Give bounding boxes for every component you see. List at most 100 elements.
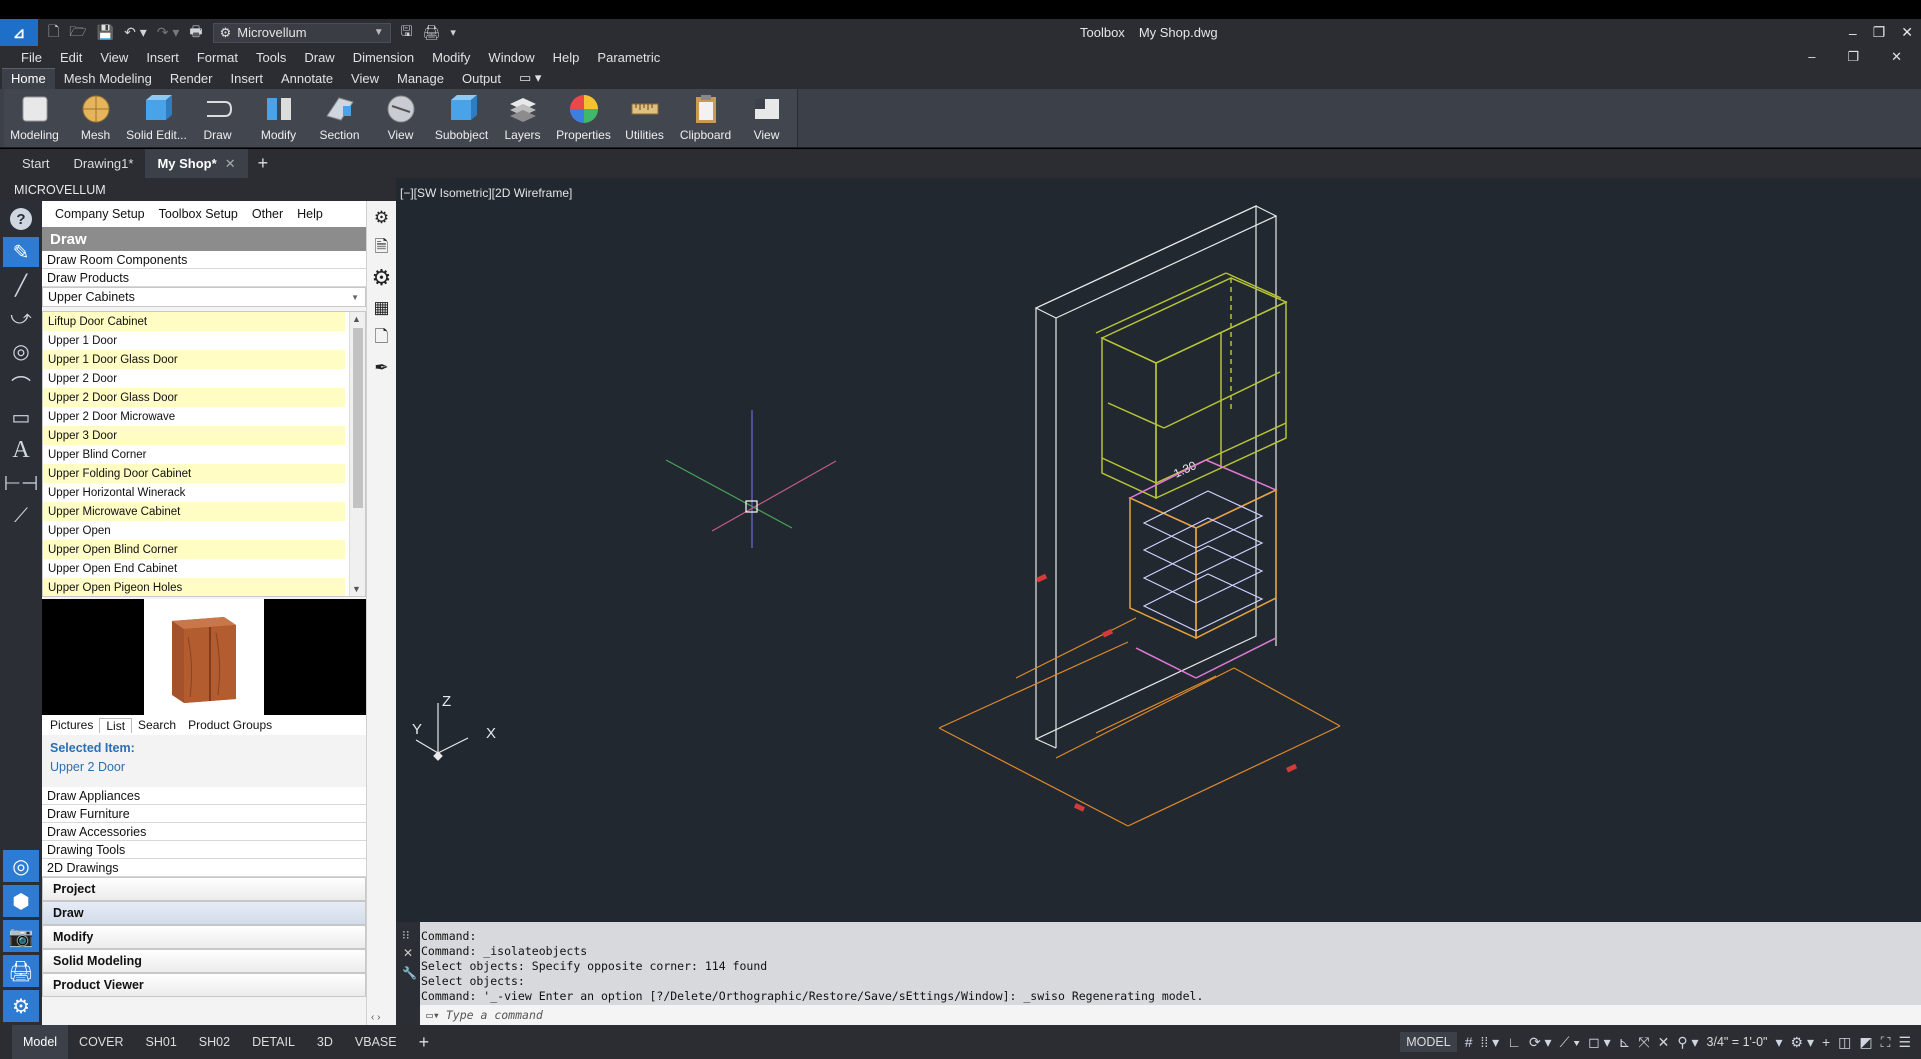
camera-icon[interactable]: 📷 <box>3 920 39 952</box>
settings-cog-icon[interactable]: ⚙ <box>370 265 394 291</box>
save-icon[interactable]: 💾 <box>97 24 114 41</box>
list-item[interactable]: Upper Open Blind Corner <box>43 540 345 559</box>
plus-icon[interactable]: + <box>1822 1034 1830 1050</box>
list-item[interactable]: Upper Folding Door Cabinet <box>43 464 345 483</box>
view-button[interactable]: View <box>370 89 431 147</box>
layout-tab-vbase[interactable]: VBASE <box>344 1025 408 1059</box>
draw-products-link[interactable]: Draw Products <box>42 269 366 287</box>
cube-icon[interactable]: ⬢ <box>3 885 39 917</box>
draw-accessories-link[interactable]: Draw Accessories <box>42 823 366 841</box>
polar-icon[interactable]: ⟳ ▾ <box>1529 1034 1552 1051</box>
close-icon[interactable]: ✕ <box>1901 24 1913 41</box>
annotation-visibility-icon[interactable]: ⤧ <box>1638 1034 1649 1051</box>
draw-pencil-icon[interactable]: ✎ <box>3 237 39 267</box>
clipboard-button[interactable]: Clipboard <box>675 89 736 147</box>
aligned-dimension-icon[interactable]: ⟋ <box>3 501 39 531</box>
command-input[interactable]: ▭▾ Type a command <box>420 1005 1921 1025</box>
tab-product-groups[interactable]: Product Groups <box>182 718 278 732</box>
list-item[interactable]: Upper Microwave Cabinet <box>43 502 345 521</box>
new-file-icon[interactable]: 🗋 <box>48 21 59 45</box>
menu-edit[interactable]: Edit <box>51 50 91 65</box>
dimension-icon[interactable]: ⊢⊣ <box>3 468 39 498</box>
list-item[interactable]: Upper 2 Door Glass Door <box>43 388 345 407</box>
annotation-scale-value[interactable]: 3/4" = 1'-0" <box>1707 1035 1768 1049</box>
drawing-viewport[interactable]: 1.30 Y Z X [−][SW Isometric][2D Wirefram… <box>396 178 1921 922</box>
properties-button[interactable]: Properties <box>553 89 614 147</box>
layers-button[interactable]: Layers <box>492 89 553 147</box>
help-circle-icon[interactable]: ? <box>3 204 39 234</box>
tab-search[interactable]: Search <box>132 718 182 732</box>
app-logo-icon[interactable]: ⊿ <box>0 19 38 46</box>
text-icon[interactable]: A <box>3 435 39 465</box>
doc-restore-icon[interactable]: ❐ <box>1838 49 1868 65</box>
chevron-down-icon[interactable]: ▾ <box>1775 1034 1782 1051</box>
section-solid-modeling-button[interactable]: Solid Modeling <box>42 949 366 973</box>
restore-icon[interactable]: ❐ <box>1873 24 1886 41</box>
spreadsheet-icon[interactable]: ▦ <box>370 295 394 321</box>
ribbon-tab-output[interactable]: Output <box>453 69 510 89</box>
layout-tab-model[interactable]: Model <box>12 1025 69 1059</box>
doc-tab-drawing1[interactable]: Drawing1* <box>61 149 145 178</box>
list-scrollbar[interactable]: ▲ ▼ <box>349 312 365 596</box>
grid-icon[interactable]: # <box>1465 1034 1473 1050</box>
viewport-controls-label[interactable]: [−][SW Isometric][2D Wireframe] <box>400 186 572 200</box>
2d-drawings-link[interactable]: 2D Drawings <box>42 859 366 877</box>
section-product-viewer-button[interactable]: Product Viewer <box>42 973 366 997</box>
add-layout-icon[interactable]: + <box>408 1025 441 1059</box>
gear-icon[interactable]: ⚙ <box>370 205 394 231</box>
isolate-objects-icon[interactable]: ◫ <box>1838 1034 1851 1051</box>
open-file-icon[interactable]: 🗁 <box>69 21 86 45</box>
doc-minimize-icon[interactable]: – <box>1799 49 1824 65</box>
snap-icon[interactable]: ⁞⁞ ▾ <box>1481 1034 1500 1051</box>
scroll-down-icon[interactable]: ▼ <box>352 584 361 594</box>
section-draw-button[interactable]: Draw <box>42 901 366 925</box>
doc-tab-my-shop[interactable]: My Shop* ✕ <box>145 149 248 178</box>
doc-close-icon[interactable]: ✕ <box>1882 49 1911 65</box>
solid-edit-button[interactable]: Solid Edit... <box>126 89 187 147</box>
section-project-button[interactable]: Project <box>42 877 366 901</box>
menu-help[interactable]: Help <box>544 50 589 65</box>
menu-dimension[interactable]: Dimension <box>344 50 423 65</box>
view-panel-button[interactable]: View <box>736 89 797 147</box>
tab-list[interactable]: List <box>99 717 133 733</box>
category-select[interactable]: Upper Cabinets ▼ <box>42 287 366 307</box>
page-icon[interactable]: 🗋 <box>370 325 394 351</box>
minimize-icon[interactable]: – <box>1849 25 1857 41</box>
collapse-arrows-icon[interactable]: ‹ › <box>371 1012 380 1023</box>
settings-gear-icon[interactable]: ⚙ <box>3 990 39 1022</box>
utilities-button[interactable]: Utilities <box>614 89 675 147</box>
layout-tab-sh01[interactable]: SH01 <box>135 1025 188 1059</box>
list-item[interactable]: Upper 1 Door Glass Door <box>43 350 345 369</box>
command-prompt-icon[interactable]: ▭▾ <box>426 1008 440 1022</box>
draw-appliances-link[interactable]: Draw Appliances <box>42 787 366 805</box>
layout-tab-3d[interactable]: 3D <box>306 1025 344 1059</box>
wrench-icon[interactable]: 🔧 <box>396 960 420 980</box>
menu-parametric[interactable]: Parametric <box>588 50 669 65</box>
rectangle-icon[interactable]: ▭ <box>3 402 39 432</box>
line-icon[interactable]: ╱ <box>3 270 39 300</box>
ribbon-tab-insert[interactable]: Insert <box>221 69 272 89</box>
modeling-button[interactable]: Modeling <box>4 89 65 147</box>
drawing-tools-link[interactable]: Drawing Tools <box>42 841 366 859</box>
list-item[interactable]: Upper 2 Door Microwave <box>43 407 345 426</box>
ribbon-tab-view[interactable]: View <box>342 69 388 89</box>
clean-screen-icon[interactable]: ⛶ <box>1881 1034 1891 1051</box>
layout-tab-sh02[interactable]: SH02 <box>188 1025 241 1059</box>
menu-window[interactable]: Window <box>479 50 543 65</box>
scroll-thumb[interactable] <box>353 328 363 508</box>
polyline-tool-icon[interactable]: ⤻ <box>3 303 39 333</box>
model-view[interactable]: 1.30 Y Z X <box>396 178 1921 922</box>
menu-company-setup[interactable]: Company Setup <box>48 207 152 221</box>
auto-scale-icon[interactable]: ✕ <box>1658 1034 1670 1051</box>
menu-file[interactable]: File <box>12 50 51 65</box>
tab-pictures[interactable]: Pictures <box>44 718 99 732</box>
scroll-up-icon[interactable]: ▲ <box>352 314 361 324</box>
ribbon-tab-home[interactable]: Home <box>2 68 55 89</box>
document-icon[interactable]: 🗎 <box>370 235 394 261</box>
workspace-select[interactable]: ⚙ Microvellum ▼ <box>212 22 391 43</box>
redo-icon[interactable]: ↷ ▾ <box>157 24 180 41</box>
marker-icon[interactable]: ✒ <box>370 355 394 381</box>
draw-furniture-link[interactable]: Draw Furniture <box>42 805 366 823</box>
arc-icon[interactable]: ⌒ <box>3 369 39 399</box>
isodraft-icon[interactable]: ⟋ ▾ <box>1560 1034 1581 1051</box>
